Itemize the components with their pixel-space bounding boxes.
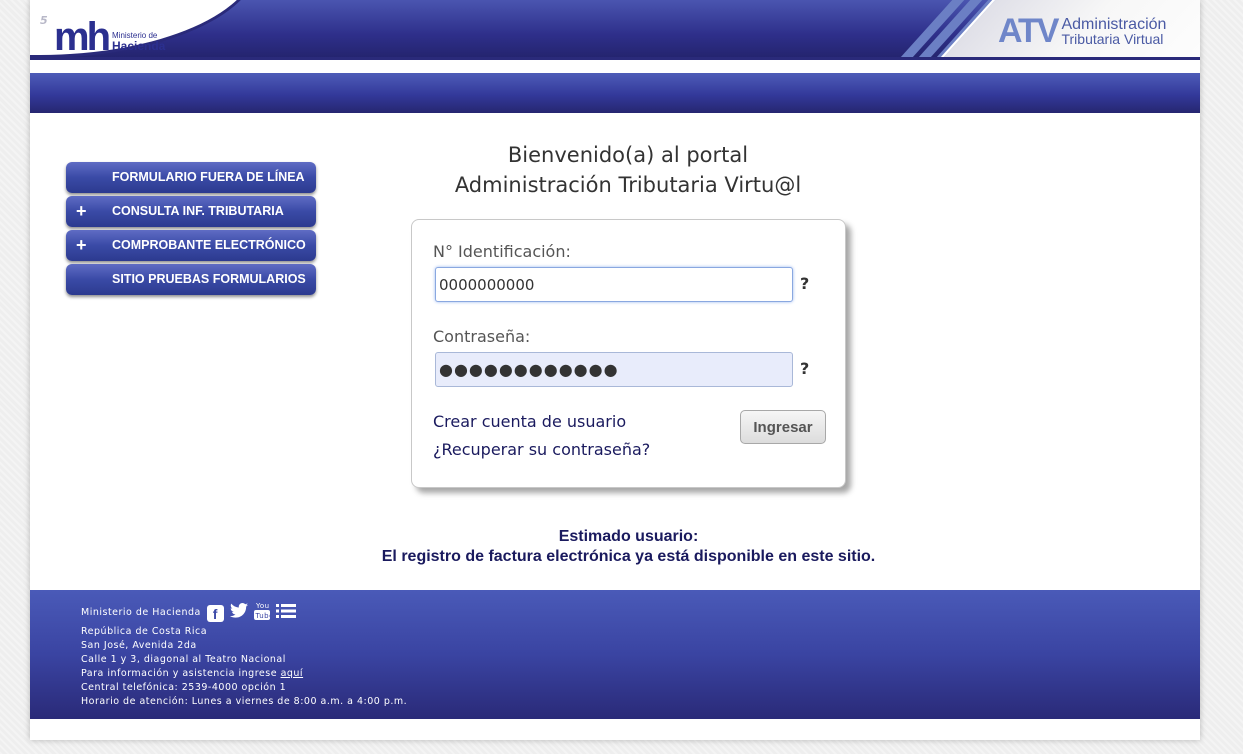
twitter-icon[interactable]: [229, 603, 248, 623]
sidebar-menu: FORMULARIO FUERA DE LÍNEA + CONSULTA INF…: [66, 162, 316, 298]
atv-logo-text: Administración Tributaria Virtual: [1061, 15, 1167, 47]
atv-logo-line1: Administración: [1061, 15, 1167, 33]
create-account-link[interactable]: Crear cuenta de usuario: [433, 412, 626, 431]
password-input[interactable]: [435, 352, 793, 387]
list-icon[interactable]: [275, 603, 296, 624]
social-links: f You Tube: [206, 601, 296, 625]
atv-logo-mark: ATV: [998, 12, 1060, 50]
page: 5 mh Ministerio de Hacienda ATV Administ…: [30, 0, 1200, 740]
login-form: N° Identificación: ? Contraseña: ? Crear…: [411, 219, 846, 488]
sidebar-item-consulta-inf-tributaria[interactable]: + CONSULTA INF. TRIBUTARIA: [66, 196, 316, 227]
ministerio-hacienda-logo[interactable]: mh Ministerio de Hacienda: [54, 15, 165, 59]
sidebar-item-label: SITIO PRUEBAS FORMULARIOS: [112, 272, 306, 286]
mh-logo-mark: mh: [54, 15, 111, 59]
notice: Estimado usuario: El registro de factura…: [310, 527, 947, 567]
footer: Ministerio de Hacienda f You Tube Repúbli…: [30, 590, 1200, 719]
atv-logo: ATV Administración Tributaria Virtual: [998, 12, 1166, 51]
footer-address1: San José, Avenida 2da: [81, 640, 197, 651]
footer-org-row: Ministerio de Hacienda f You Tube: [81, 601, 407, 625]
facebook-icon[interactable]: f: [206, 604, 224, 622]
plus-icon: +: [76, 201, 87, 221]
id-label: N° Identificación:: [433, 242, 571, 261]
mh-logo-text: Ministerio de Hacienda: [112, 30, 165, 52]
sidebar-item-label: COMPROBANTE ELECTRÓNICO: [112, 238, 306, 252]
password-label: Contraseña:: [433, 327, 531, 346]
footer-hours: Horario de atención: Lunes a viernes de …: [81, 696, 408, 707]
page-number: 5: [40, 14, 48, 27]
svg-text:Tube: Tube: [254, 612, 270, 620]
footer-address2: Calle 1 y 3, diagonal al Teatro Nacional: [81, 654, 286, 665]
recover-password-link[interactable]: ¿Recuperar su contraseña?: [433, 440, 650, 459]
login-button[interactable]: Ingresar: [740, 410, 826, 444]
footer-info-text: Para información y asistencia ingrese: [81, 668, 281, 679]
welcome-line1: Bienvenido(a) al portal: [507, 143, 749, 167]
sidebar-item-formulario-fuera-de-linea[interactable]: FORMULARIO FUERA DE LÍNEA: [66, 162, 316, 193]
footer-info-link[interactable]: aquí: [281, 668, 304, 679]
notice-title: Estimado usuario:: [558, 528, 699, 545]
youtube-icon[interactable]: You Tube: [253, 601, 273, 625]
id-input[interactable]: [435, 267, 793, 302]
notice-message: El registro de factura electrónica ya es…: [381, 548, 876, 565]
password-help-icon[interactable]: ?: [800, 359, 809, 378]
header-rule: [30, 57, 1200, 60]
sidebar-item-comprobante-electronico[interactable]: + COMPROBANTE ELECTRÓNICO: [66, 230, 316, 261]
footer-content: Ministerio de Hacienda f You Tube Repúbli…: [81, 601, 408, 709]
sidebar-item-sitio-pruebas-formularios[interactable]: SITIO PRUEBAS FORMULARIOS: [66, 264, 316, 295]
sidebar-item-label: CONSULTA INF. TRIBUTARIA: [112, 204, 284, 218]
id-help-icon[interactable]: ?: [800, 274, 809, 293]
svg-text:You: You: [255, 602, 270, 610]
footer-phone: Central telefónica: 2539-4000 opción 1: [81, 682, 287, 693]
footer-org-name: Ministerio de Hacienda: [81, 607, 201, 618]
mh-logo-line2: Hacienda: [112, 39, 166, 53]
atv-logo-line2: Tributaria Virtual: [1061, 30, 1164, 47]
footer-country: República de Costa Rica: [81, 626, 208, 637]
header: 5 mh Ministerio de Hacienda ATV Administ…: [30, 0, 1200, 73]
footer-info: Para información y asistencia ingrese aq…: [81, 667, 407, 681]
plus-icon: +: [76, 235, 87, 255]
welcome-heading: Bienvenido(a) al portal Administración T…: [410, 140, 846, 200]
nav-band: [30, 73, 1200, 113]
welcome-line2: Administración Tributaria Virtu@l: [454, 173, 802, 197]
sidebar-item-label: FORMULARIO FUERA DE LÍNEA: [112, 170, 305, 184]
